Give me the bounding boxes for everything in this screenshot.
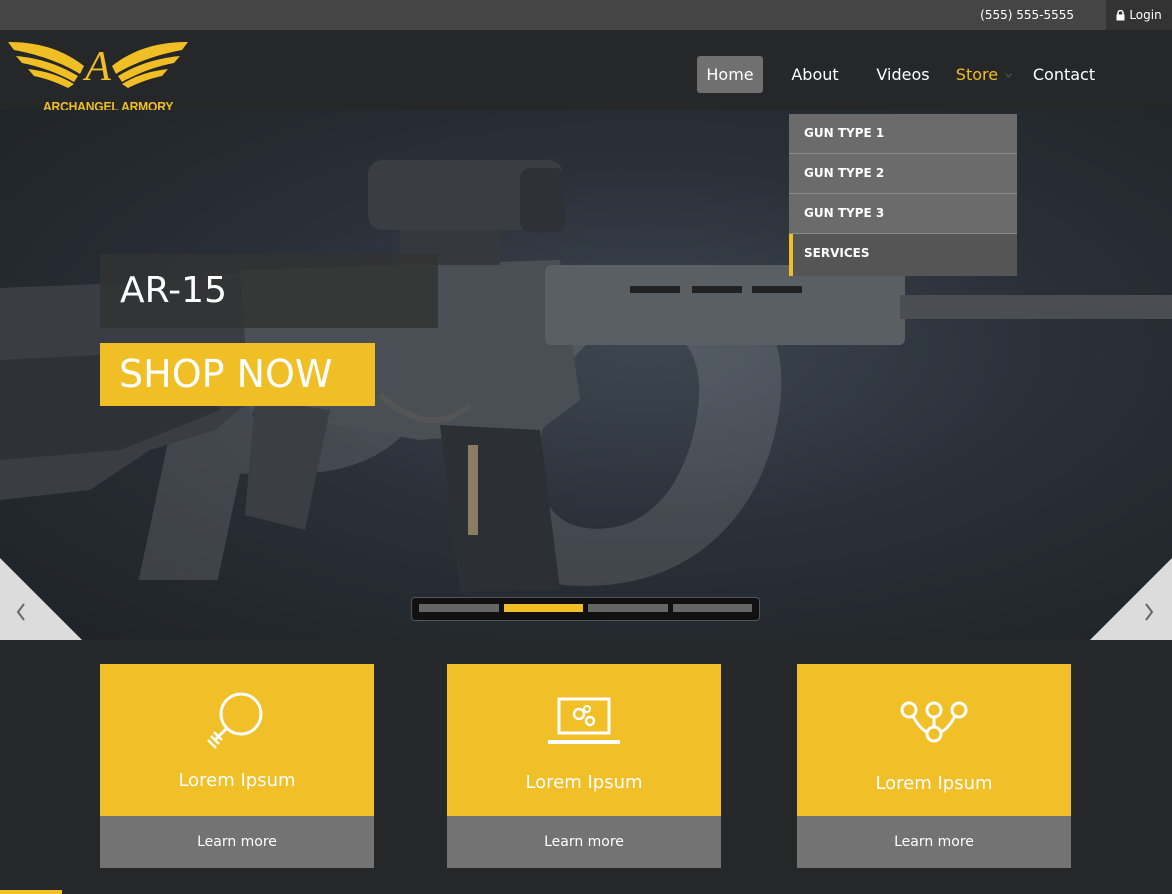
bottom-accent-bar — [0, 890, 62, 894]
slide-indicator-1[interactable] — [419, 604, 499, 612]
dropdown-item-services[interactable]: SERVICES — [789, 234, 1017, 276]
login-label: Login — [1129, 8, 1162, 22]
nav-store[interactable]: Store — [952, 56, 1016, 93]
card-body: Lorem Ipsum — [100, 664, 374, 816]
chevron-down-icon — [1005, 73, 1013, 78]
slider-prev-button[interactable] — [0, 558, 82, 640]
shop-now-button[interactable]: SHOP NOW — [100, 343, 375, 406]
store-dropdown-menu: GUN TYPE 1 GUN TYPE 2 GUN TYPE 3 SERVICE… — [789, 114, 1017, 276]
slide-indicator-4[interactable] — [672, 604, 752, 612]
lock-icon — [1116, 9, 1125, 20]
svg-text:A: A — [82, 44, 111, 90]
top-bar: (555) 555-5555 Login — [0, 0, 1172, 30]
lightbulb-icon — [207, 692, 263, 749]
dropdown-item-gun-type-1[interactable]: GUN TYPE 1 — [789, 114, 1017, 154]
card-body: Lorem Ipsum — [447, 664, 721, 816]
card-title: Lorem Ipsum — [525, 772, 643, 793]
card-body: Lorem Ipsum — [797, 664, 1071, 816]
laptop-gears-icon — [548, 697, 620, 744]
login-button[interactable]: Login — [1106, 0, 1172, 30]
winged-a-logo-icon: A — [8, 42, 188, 90]
card-title: Lorem Ipsum — [875, 773, 993, 794]
brand-logo[interactable]: A ARCHANGEL ARMORY — [6, 36, 190, 114]
learn-more-button[interactable]: Learn more — [797, 816, 1071, 868]
nav-store-label: Store — [955, 65, 999, 84]
learn-more-button[interactable]: Learn more — [447, 816, 721, 868]
nav-about[interactable]: About — [783, 56, 847, 93]
hero-title: AR-15 — [100, 254, 438, 328]
phone-number: (555) 555-5555 — [980, 8, 1074, 22]
slider-next-button[interactable] — [1090, 558, 1172, 640]
slider-pagination — [411, 597, 760, 621]
feature-card-3: Lorem Ipsum Learn more — [797, 664, 1071, 868]
nav-contact[interactable]: Contact — [1030, 56, 1098, 93]
nav-videos[interactable]: Videos — [868, 56, 938, 93]
slide-indicator-2[interactable] — [503, 604, 583, 612]
feature-card-1: Lorem Ipsum Learn more — [100, 664, 374, 868]
feature-card-2: Lorem Ipsum Learn more — [447, 664, 721, 868]
card-title: Lorem Ipsum — [178, 770, 296, 791]
slide-indicator-3[interactable] — [588, 604, 668, 612]
dropdown-item-gun-type-3[interactable]: GUN TYPE 3 — [789, 194, 1017, 234]
network-nodes-icon — [900, 701, 968, 743]
learn-more-button[interactable]: Learn more — [100, 816, 374, 868]
dropdown-item-gun-type-2[interactable]: GUN TYPE 2 — [789, 154, 1017, 194]
nav-home[interactable]: Home — [697, 56, 763, 93]
